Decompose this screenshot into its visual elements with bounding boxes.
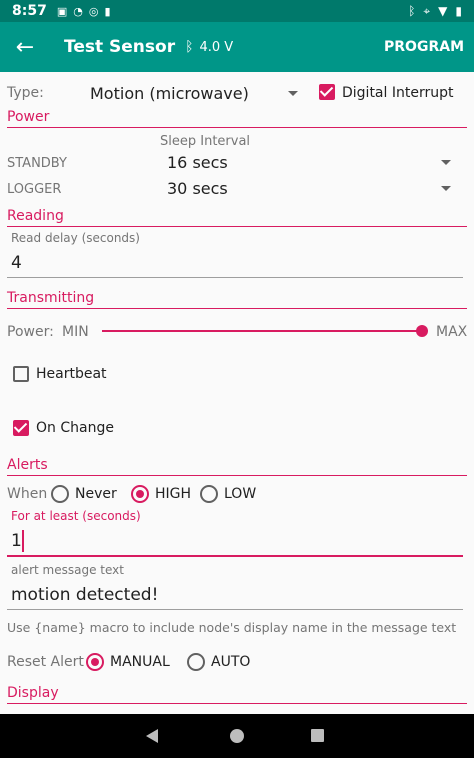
read-delay-input[interactable]: 4 [7, 250, 463, 278]
app-bar: ← Test Sensor ᛒ 4.0 V PROGRAM [0, 22, 474, 72]
recents-nav-icon[interactable] [311, 729, 324, 742]
digital-interrupt-label: Digital Interrupt [342, 85, 454, 101]
on-change-label: On Change [36, 420, 114, 436]
text-cursor [22, 530, 24, 552]
alert-message-label: alert message text [11, 563, 124, 577]
heartbeat-checkbox[interactable] [13, 366, 29, 382]
dropdown-arrow-icon [288, 91, 298, 96]
standby-value: 16 secs [167, 153, 228, 172]
when-low-radio[interactable] [200, 485, 218, 503]
alert-message-underline [7, 609, 463, 610]
program-button[interactable]: PROGRAM [384, 39, 464, 55]
wifi-icon: ▼ [438, 3, 448, 18]
macro-hint: Use {name} macro to include node's displ… [7, 620, 457, 635]
on-change-checkbox[interactable] [13, 420, 29, 436]
power-min-label: MIN [62, 324, 89, 340]
digital-interrupt-checkbox[interactable] [319, 84, 335, 100]
settings-form: Type: Motion (microwave) Digital Interru… [0, 72, 474, 714]
bluetooth-icon: ᛒ [408, 3, 416, 18]
back-arrow-icon[interactable]: ← [0, 35, 50, 60]
when-never-radio[interactable] [51, 485, 69, 503]
location-icon: ⌖ [423, 3, 431, 18]
when-high-radio[interactable] [131, 485, 149, 503]
sd-icon: ▮ [104, 4, 111, 18]
when-high-label: HIGH [155, 486, 192, 502]
power-max-label: MAX [436, 324, 468, 340]
read-delay-value: 4 [11, 253, 22, 273]
at-least-input[interactable]: 1 [7, 528, 463, 556]
bluetooth-icon: ᛒ [185, 39, 194, 55]
reset-auto-radio[interactable] [187, 653, 205, 671]
type-label: Type: [7, 85, 44, 101]
at-least-label: For at least (seconds) [11, 509, 141, 523]
reset-manual-radio[interactable] [86, 653, 104, 671]
status-time: 8:57 [12, 3, 47, 19]
display-section-header: Display [7, 685, 467, 704]
at-least-value: 1 [11, 531, 22, 551]
power-label: Power: [7, 324, 54, 340]
reset-manual-label: MANUAL [110, 654, 170, 670]
dropdown-arrow-icon [441, 186, 451, 191]
read-delay-label: Read delay (seconds) [11, 231, 140, 245]
clock-icon: ◔ [73, 4, 83, 18]
power-slider-thumb[interactable] [416, 325, 428, 337]
heartbeat-label: Heartbeat [36, 366, 107, 382]
alert-message-input[interactable]: motion detected! [7, 582, 463, 610]
at-least-underline [7, 555, 463, 557]
dropdown-arrow-icon [441, 160, 451, 165]
power-slider[interactable] [102, 324, 428, 338]
sync-icon: ◎ [88, 4, 99, 18]
when-low-label: LOW [224, 486, 257, 502]
type-dropdown[interactable]: Motion (microwave) [90, 82, 300, 106]
sim-icon: ▣ [56, 4, 68, 18]
logger-label: LOGGER [7, 182, 62, 197]
standby-label: STANDBY [7, 156, 67, 171]
battery-icon: ▮ [455, 3, 462, 18]
back-nav-icon[interactable] [146, 729, 158, 743]
standby-dropdown[interactable]: 16 secs [167, 152, 457, 174]
read-delay-underline [7, 277, 463, 278]
logger-value: 30 secs [167, 179, 228, 198]
alert-message-value: motion detected! [11, 585, 159, 605]
sleep-interval-header: Sleep Interval [160, 134, 251, 149]
voltage-readout: 4.0 V [199, 39, 234, 55]
status-bar: 8:57 ▣ ◔ ◎ ▮ ᛒ ⌖ ▼ ▮ [0, 0, 474, 22]
power-slider-track [102, 330, 422, 332]
when-label: When [7, 486, 48, 502]
logger-dropdown[interactable]: 30 secs [167, 178, 457, 200]
alerts-section-header: Alerts [7, 457, 467, 476]
when-never-label: Never [75, 486, 117, 502]
reset-alert-label: Reset Alert [7, 654, 84, 670]
power-section-header: Power [7, 109, 467, 128]
reset-auto-label: AUTO [211, 654, 251, 670]
home-nav-icon[interactable] [230, 729, 244, 743]
transmitting-section-header: Transmitting [7, 290, 467, 309]
type-value: Motion (microwave) [90, 84, 249, 103]
navigation-bar [0, 714, 474, 758]
reading-section-header: Reading [7, 208, 467, 227]
page-title: Test Sensor [64, 37, 176, 57]
